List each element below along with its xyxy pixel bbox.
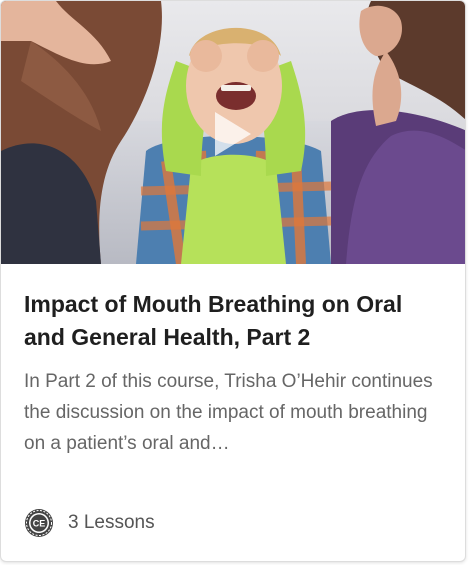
course-card[interactable]: Impact of Mouth Breathing on Oral and Ge…: [0, 0, 466, 562]
course-description: In Part 2 of this course, Trisha O’Hehir…: [24, 371, 433, 454]
ce-badge-text: CE: [33, 519, 46, 529]
lesson-count: 3 Lessons: [68, 512, 155, 533]
ce-badge-icon: CE: [25, 509, 53, 537]
course-meta: CE 3 Lessons: [24, 507, 155, 539]
card-content: Impact of Mouth Breathing on Oral and Ge…: [24, 288, 444, 459]
course-thumbnail[interactable]: [1, 1, 465, 264]
course-title[interactable]: Impact of Mouth Breathing on Oral and Ge…: [24, 288, 444, 354]
play-icon[interactable]: [211, 109, 255, 159]
